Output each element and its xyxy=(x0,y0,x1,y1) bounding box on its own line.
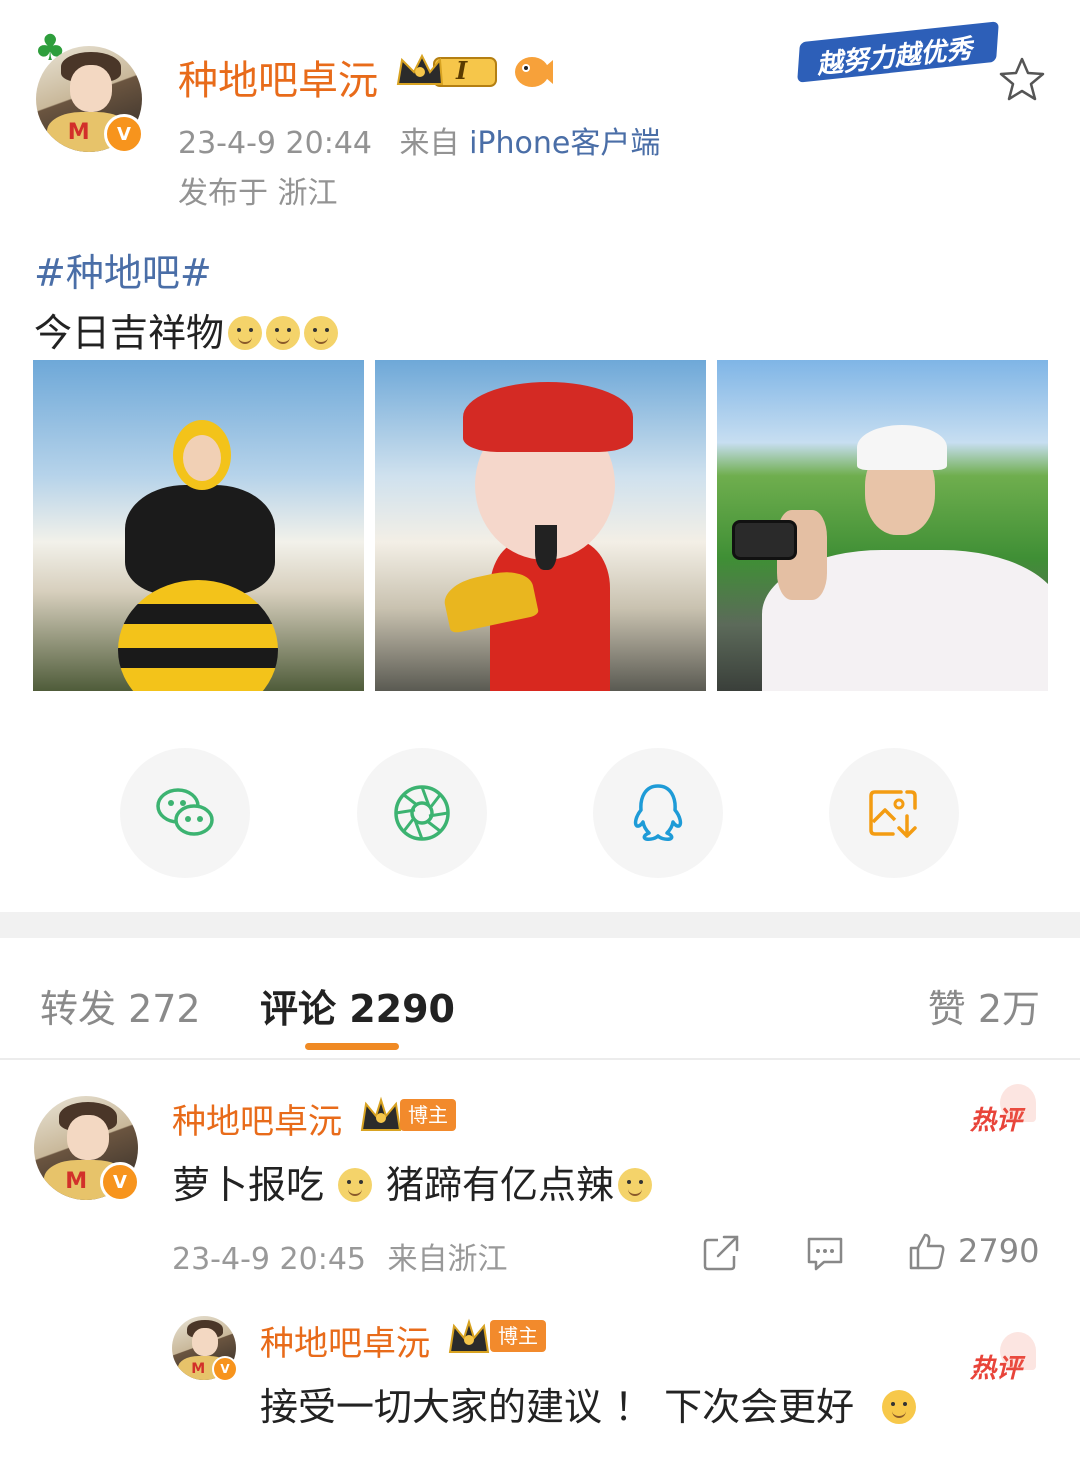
interaction-tabs: 转发 272 评论 2290 赞 2万 xyxy=(0,938,1080,1060)
comment-reply-button[interactable] xyxy=(804,1232,846,1274)
source-prefix: 来自 xyxy=(399,126,460,161)
comment-date: 23-4-9 20:45 xyxy=(172,1242,366,1277)
comment-icon xyxy=(807,1237,843,1271)
post-photo-selfie[interactable] xyxy=(717,360,1048,691)
thumbs-up-icon xyxy=(909,1233,945,1270)
comment-share-button[interactable] xyxy=(700,1232,742,1274)
comment-location: 来自浙江 xyxy=(387,1242,508,1277)
doge-emoji-icon xyxy=(304,316,339,350)
comment-like-count: 2790 xyxy=(958,1232,1040,1270)
save-image-icon xyxy=(869,790,917,838)
comment-text-part1: 萝卜报吃 xyxy=(172,1163,325,1207)
sweat-smile-emoji-icon xyxy=(882,1390,917,1424)
hashtag-link[interactable]: #种地吧# xyxy=(34,242,212,297)
comment-text: 萝卜报吃 猪蹄有亿点辣 xyxy=(172,1154,653,1209)
comment-like-button[interactable]: 2790 xyxy=(906,1230,1039,1272)
doge-emoji-icon xyxy=(338,1168,373,1202)
tab-comment[interactable]: 评论 2290 xyxy=(260,978,455,1033)
star-outline-icon[interactable] xyxy=(998,56,1046,102)
scroll-fade xyxy=(0,1440,1080,1464)
blogger-tag: 博主 xyxy=(490,1320,546,1352)
post-photo-bee-costume[interactable] xyxy=(33,360,364,691)
reply-text-content: 接受一切大家的建议 ！ 下次会更好 xyxy=(260,1385,855,1429)
post-date: 23-4-9 20:44 xyxy=(178,126,372,161)
author-name[interactable]: 种地吧卓沅 xyxy=(178,48,378,106)
share-qq-button[interactable] xyxy=(593,748,723,878)
fish-badge-icon xyxy=(515,57,553,87)
share-icon xyxy=(703,1235,739,1271)
comment-meta: 23-4-9 20:45 来自浙江 xyxy=(172,1234,508,1278)
post-source[interactable]: iPhone客户端 xyxy=(469,126,660,161)
tab-repost[interactable]: 转发 272 xyxy=(40,978,201,1033)
moments-icon xyxy=(394,785,450,841)
post-card: ♣ M V 种地吧卓沅 I 23-4-9 20:44 来自 iPhone客户端 … xyxy=(0,0,1080,912)
doge-emoji-icon xyxy=(228,316,263,350)
active-tab-indicator xyxy=(305,1043,399,1050)
verified-badge-icon: V xyxy=(100,1162,140,1202)
share-wechat-button[interactable] xyxy=(120,748,250,878)
post-meta: 23-4-9 20:44 来自 iPhone客户端 xyxy=(178,118,660,162)
tab-like[interactable]: 赞 2万 xyxy=(928,978,1040,1033)
level-badge-text: I xyxy=(456,56,468,85)
wechat-icon xyxy=(156,788,214,836)
doge-emoji-icon xyxy=(618,1168,653,1202)
post-text: 今日吉祥物 xyxy=(34,302,339,357)
share-row xyxy=(0,748,1080,878)
doge-emoji-icon xyxy=(266,316,301,350)
verified-badge-icon: V xyxy=(212,1356,238,1382)
section-divider xyxy=(0,912,1080,938)
post-text-content: 今日吉祥物 xyxy=(34,311,225,355)
blogger-tag: 博主 xyxy=(400,1099,456,1131)
post-photo-fortune-god-mascot[interactable] xyxy=(375,360,706,691)
verified-badge-icon: V xyxy=(104,114,144,154)
comment-author[interactable]: 种地吧卓沅 xyxy=(172,1094,342,1143)
comment-item: M V 种地吧卓沅 博主 热评 萝卜报吃 猪蹄有亿点辣 23-4-9 20:45 … xyxy=(0,1062,1080,1292)
comment-author[interactable]: 种地吧卓沅 xyxy=(260,1316,430,1365)
comment-text-part2: 猪蹄有亿点辣 xyxy=(386,1163,615,1207)
vip-crown-icon xyxy=(396,53,497,87)
share-moments-button[interactable] xyxy=(357,748,487,878)
qq-icon xyxy=(633,784,683,841)
campaign-banner[interactable]: 越努力越优秀 xyxy=(796,16,1000,89)
save-image-button[interactable] xyxy=(829,748,959,878)
post-location: 发布于 浙江 xyxy=(178,176,338,211)
vip-crown-icon xyxy=(448,1318,490,1353)
hot-comment-badge: 热评 xyxy=(970,1084,1037,1137)
reply-text: 接受一切大家的建议 ！ 下次会更好 xyxy=(260,1376,917,1431)
hot-comment-badge: 热评 xyxy=(970,1332,1037,1385)
campaign-banner-text: 越努力越优秀 xyxy=(815,34,974,81)
vip-crown-icon xyxy=(360,1096,402,1131)
